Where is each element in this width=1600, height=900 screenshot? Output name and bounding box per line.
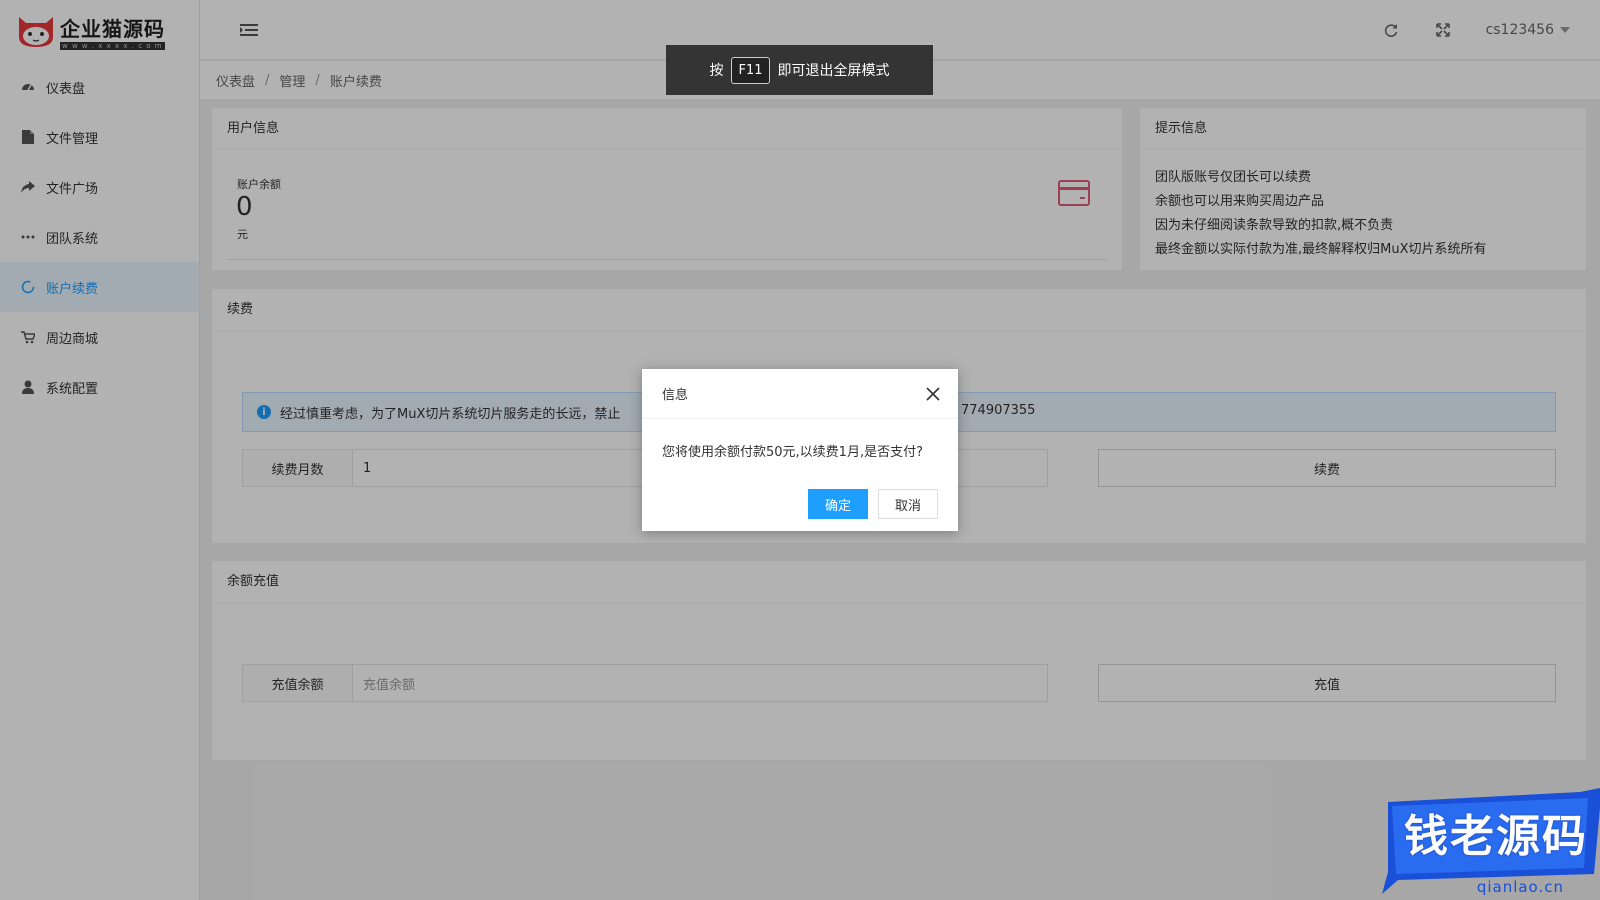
hint-suffix: 即可退出全屏模式 xyxy=(777,63,890,79)
confirm-button[interactable]: 确定 xyxy=(808,489,868,519)
hint-key: F11 xyxy=(731,56,770,84)
dialog-title: 信息 xyxy=(662,388,689,403)
watermark: 钱老源码 qianlao.cn xyxy=(1368,788,1600,900)
dialog-message: 您将使用余额付款50元,以续费1月,是否支付? xyxy=(662,445,923,460)
dialog-header: 信息 xyxy=(642,369,958,419)
fullscreen-hint: 按 F11 即可退出全屏模式 xyxy=(666,45,933,95)
watermark-text: 钱老源码 xyxy=(1404,811,1588,862)
hint-prefix: 按 xyxy=(709,63,724,79)
close-icon[interactable] xyxy=(926,387,940,401)
cancel-button[interactable]: 取消 xyxy=(878,489,938,519)
confirm-dialog: 信息 您将使用余额付款50元,以续费1月,是否支付? 确定 取消 xyxy=(642,369,958,531)
watermark-url: qianlao.cn xyxy=(1476,878,1564,896)
